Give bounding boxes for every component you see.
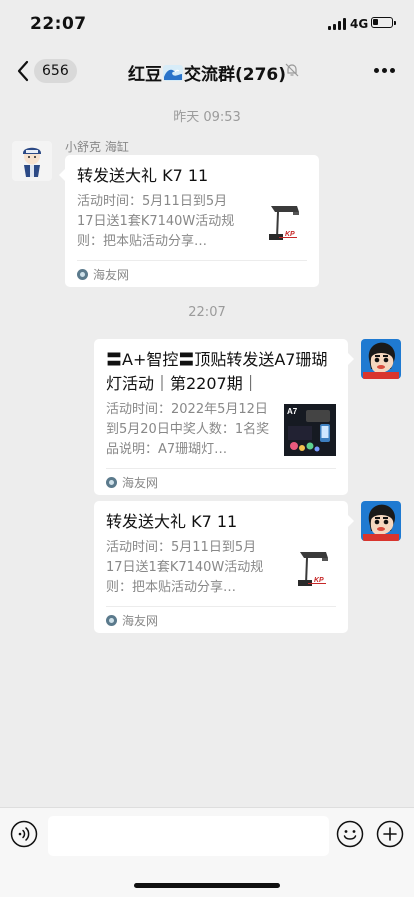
card-source: 海友网 (106, 607, 336, 633)
nav-bar: 656 红豆 交流群(276) (0, 46, 414, 96)
card-description: 活动时间：5月11日到5月17日送1套K7140W活动规则：把本贴活动分享… (77, 194, 235, 249)
haiyou-logo-icon (106, 476, 117, 488)
self-avatar[interactable] (361, 339, 401, 379)
link-card-2[interactable]: 〓A+智控〓顶贴转发送A7珊瑚灯活动｜第2207期｜ 活动时间：2022年5月1… (94, 339, 354, 495)
signal-icon (328, 18, 346, 30)
svg-text:KP: KP (285, 231, 295, 238)
k7-lamp-thumbnail: KP (255, 196, 307, 248)
wave-emoji-icon (162, 64, 183, 81)
haiyou-logo-icon (77, 268, 88, 280)
thumb-label: A7 (287, 407, 298, 416)
status-time: 22:07 (30, 14, 87, 34)
source-label: 海友网 (122, 475, 159, 490)
chat-title: 红豆 交流群(276) (0, 60, 414, 85)
card-title: 〓A+智控〓顶贴转发送A7珊瑚灯活动｜第2207期｜ (106, 350, 328, 393)
timestamp-yesterday: 昨天 09:53 (173, 110, 241, 125)
svg-text:KP: KP (314, 577, 324, 584)
k7-lamp-thumbnail: KP (284, 542, 336, 594)
status-bar: 22:07 4G (0, 0, 414, 46)
card-description: 活动时间：5月11日到5月17日送1套K7140W活动规则：把本贴活动分享… (106, 540, 264, 595)
message-input[interactable] (48, 816, 329, 856)
card-source: 海友网 (106, 469, 336, 495)
sender-name: 小舒克 海缸 (65, 140, 129, 154)
sender-avatar[interactable] (12, 141, 52, 181)
card-title: 转发送大礼 K7 11 (106, 512, 238, 531)
link-card-3[interactable]: 转发送大礼 K7 11 活动时间：5月11日到5月17日送1套K7140W活动规… (94, 501, 354, 633)
home-indicator (134, 883, 280, 888)
card-title: 转发送大礼 K7 11 (77, 166, 209, 185)
title-suffix: 交流群(276) (183, 65, 287, 85)
timestamp-today: 22:07 (188, 305, 226, 320)
emoji-icon[interactable] (336, 820, 364, 848)
card-source: 海友网 (77, 261, 307, 287)
source-label: 海友网 (122, 613, 159, 628)
input-bar (0, 807, 414, 897)
battery-icon (371, 17, 396, 28)
more-icon[interactable] (374, 68, 396, 74)
plus-icon[interactable] (376, 820, 404, 848)
title-prefix: 红豆 (127, 65, 162, 85)
self-avatar[interactable] (361, 501, 401, 541)
card-description: 活动时间：2022年5月12日到5月20日中奖人数：1名奖品说明：A7珊瑚灯… (106, 402, 270, 457)
link-card-1[interactable]: 转发送大礼 K7 11 活动时间：5月11日到5月17日送1套K7140W活动规… (59, 155, 319, 287)
network-label: 4G (350, 17, 369, 31)
mute-bell-icon (285, 63, 299, 77)
voice-icon[interactable] (10, 820, 38, 848)
haiyou-logo-icon (106, 614, 117, 626)
a7-promo-thumbnail: A7 (284, 404, 336, 456)
source-label: 海友网 (93, 267, 130, 282)
